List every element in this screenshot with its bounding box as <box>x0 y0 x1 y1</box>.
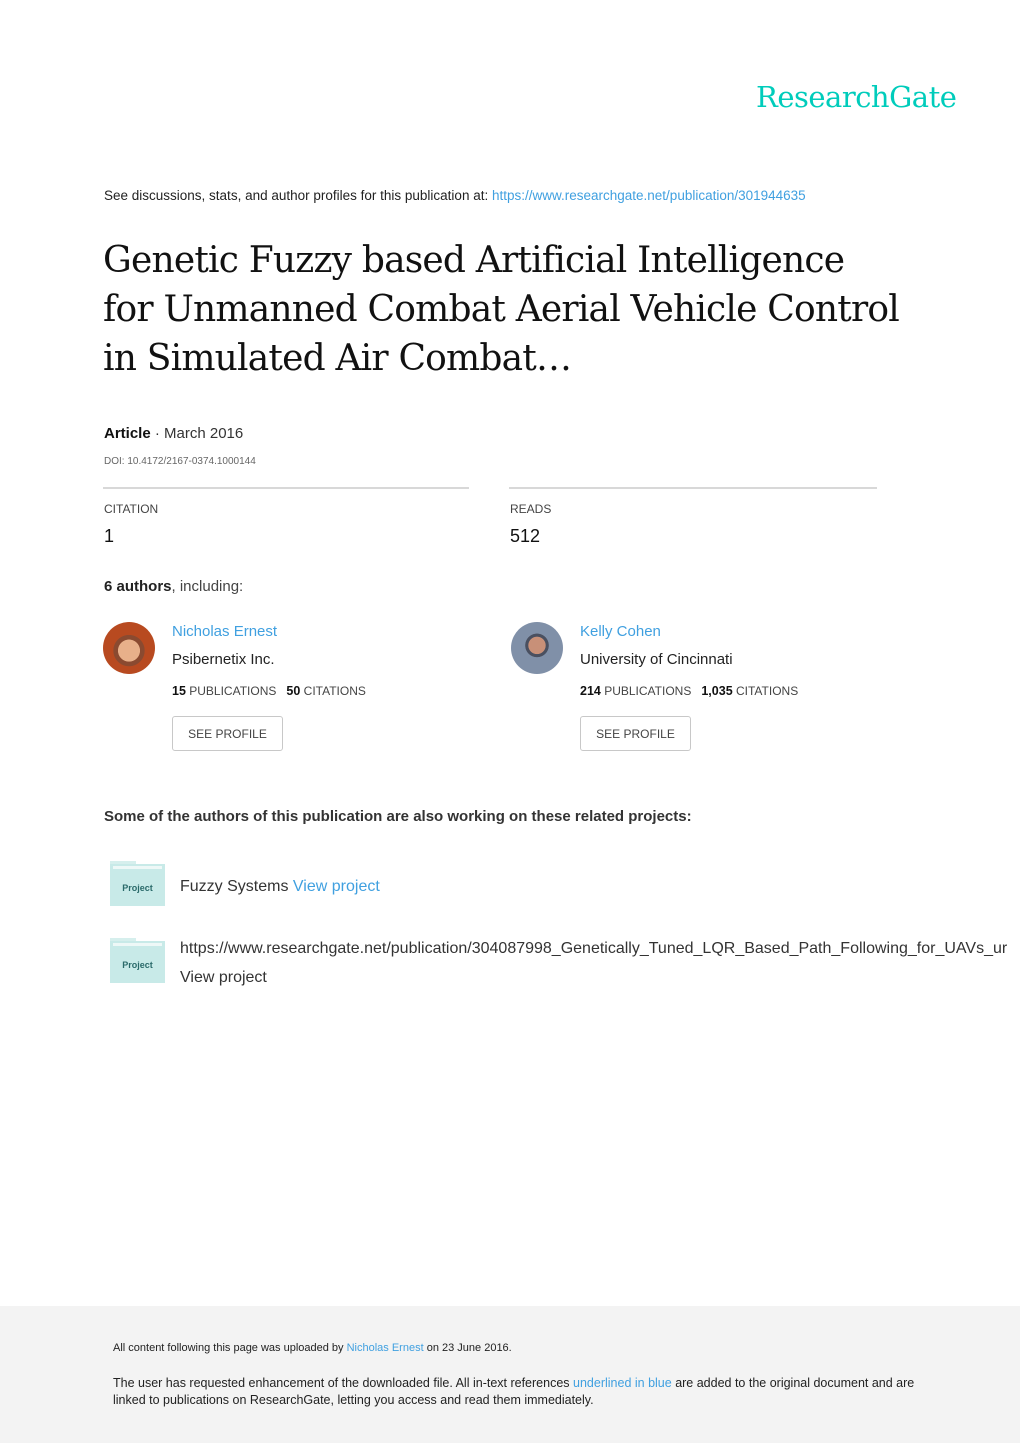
citation-value: 1 <box>104 526 115 546</box>
doi: DOI: 10.4172/2167-0374.1000144 <box>104 456 256 467</box>
view-project-link[interactable]: View project <box>293 878 380 895</box>
publications-label: PUBLICATIONS <box>189 684 277 698</box>
related-projects-heading: Some of the authors of this publication … <box>104 808 692 825</box>
uploaded-by-line: All content following this page was uplo… <box>113 1342 512 1354</box>
uploader-link[interactable]: Nicholas Ernest <box>347 1342 424 1354</box>
project-icon-label: Project <box>122 960 153 970</box>
article-type: Article <box>104 425 151 442</box>
citations-count: 50 <box>286 684 301 698</box>
author-name-link[interactable]: Nicholas Ernest <box>172 623 277 640</box>
separator: · <box>150 425 165 442</box>
citations-label: CITATIONS <box>735 684 799 698</box>
project-folder-icon: Project <box>110 938 165 983</box>
see-discussions-text: See discussions, stats, and author profi… <box>104 188 492 203</box>
authors-count-bold: 6 authors <box>104 578 172 595</box>
divider-reads <box>509 487 877 489</box>
see-profile-button[interactable]: SEE PROFILE <box>580 716 691 751</box>
citation-label: CITATION <box>104 502 159 516</box>
article-type-date: Article · March 2016 <box>104 425 243 442</box>
authors-count: 6 authors, including: <box>104 578 243 595</box>
citations-count: 1,035 <box>701 684 733 698</box>
project-title: https://www.researchgate.net/publication… <box>180 940 1008 957</box>
project-title: Fuzzy Systems <box>180 878 289 895</box>
project-icon-label: Project <box>122 883 153 893</box>
authors-count-rest: , including: <box>171 578 244 595</box>
enhancement-notice: The user has requested enhancement of th… <box>113 1375 933 1409</box>
publications-count: 214 <box>580 684 601 698</box>
reads-label: READS <box>510 502 552 516</box>
publication-url-link[interactable]: https://www.researchgate.net/publication… <box>492 188 806 203</box>
view-project-link[interactable]: View project <box>180 969 267 987</box>
uploaded-prefix: All content following this page was uplo… <box>113 1342 347 1354</box>
publication-title: Genetic Fuzzy based Artificial Intellige… <box>103 240 900 379</box>
enhancement-prefix: The user has requested enhancement of th… <box>113 1376 574 1390</box>
author-name-link[interactable]: Kelly Cohen <box>580 623 661 640</box>
publication-date: March 2016 <box>164 425 244 442</box>
author-stats: 214 PUBLICATIONS 1,035 CITATIONS <box>580 684 798 698</box>
author-stats: 15 PUBLICATIONS 50 CITATIONS <box>172 684 366 698</box>
underlined-in-blue-link[interactable]: underlined in blue <box>573 1376 672 1390</box>
avatar-nicholas-ernest[interactable] <box>103 622 155 674</box>
uploaded-suffix: on 23 June 2016. <box>423 1342 512 1354</box>
reads-value: 512 <box>510 526 541 546</box>
author-institution: Psibernetix Inc. <box>172 651 275 668</box>
project-item: Fuzzy Systems View project <box>180 878 380 896</box>
researchgate-logo[interactable]: ResearchGate <box>756 80 957 114</box>
project-folder-icon: Project <box>110 861 165 906</box>
author-institution: University of Cincinnati <box>580 651 733 668</box>
citations-label: CITATIONS <box>303 684 366 698</box>
divider-citation <box>103 487 469 489</box>
see-discussions-line: See discussions, stats, and author profi… <box>104 188 806 203</box>
see-profile-button[interactable]: SEE PROFILE <box>172 716 283 751</box>
publications-count: 15 <box>172 684 186 698</box>
avatar-kelly-cohen[interactable] <box>511 622 563 674</box>
publications-label: PUBLICATIONS <box>604 684 692 698</box>
